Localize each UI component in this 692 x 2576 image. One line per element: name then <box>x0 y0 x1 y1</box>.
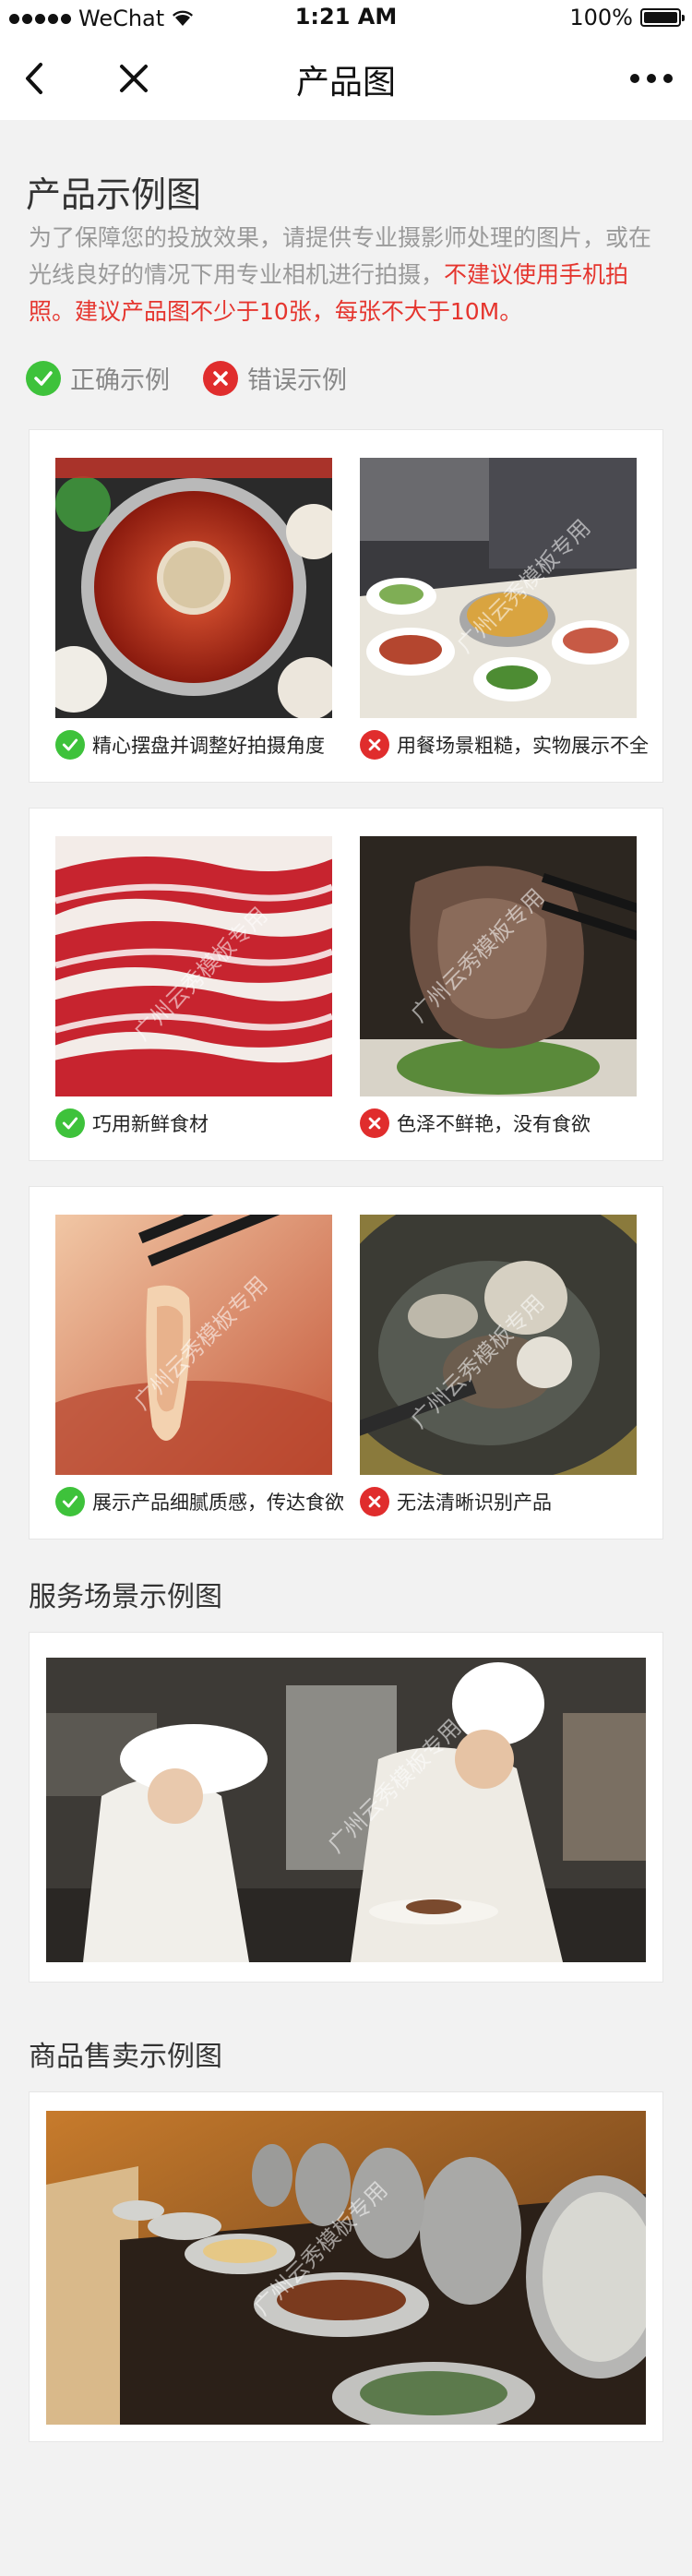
good-caption: 精心摆盘并调整好拍摄角度 <box>55 730 325 760</box>
battery-icon <box>640 8 685 27</box>
legend-correct: 正确示例 <box>26 360 170 396</box>
good-example-photo[interactable]: 广州云秀模板专用 <box>55 1215 332 1475</box>
cross-icon <box>360 1487 389 1516</box>
bad-caption: 无法清晰识别产品 <box>360 1487 552 1516</box>
good-caption-text: 展示产品细腻质感，传达食欲 <box>92 1492 344 1514</box>
intro-text: 为了保障您的投放效果，请提供专业摄影师处理的图片，或在光线良好的情况下用专业相机… <box>29 220 665 330</box>
service-section-title: 服务场景示例图 <box>29 1581 222 1613</box>
bad-caption-text: 色泽不鲜艳，没有食欲 <box>397 1113 591 1135</box>
bad-caption-text: 无法清晰识别产品 <box>397 1492 552 1514</box>
check-icon <box>55 1487 85 1516</box>
example-card: 广州云秀模板专用 精心摆盘并调整好拍摄角度 用餐场景粗糙，实物展示不全 <box>29 429 663 783</box>
service-photo[interactable]: 广州云秀模板专用 <box>46 1658 646 1962</box>
good-caption: 展示产品细腻质感，传达食欲 <box>55 1487 344 1516</box>
nav-bar: 产品图 <box>0 37 692 120</box>
legend-wrong: 错误示例 <box>203 360 347 396</box>
legend-correct-label: 正确示例 <box>70 366 170 395</box>
legend: 正确示例 错误示例 <box>26 360 347 396</box>
bad-example-photo[interactable]: 广州云秀模板专用 <box>360 458 637 718</box>
legend-wrong-label: 错误示例 <box>247 366 347 395</box>
section-heading: 产品示例图 <box>26 174 202 215</box>
check-icon <box>26 360 61 396</box>
cross-icon <box>360 730 389 760</box>
service-card: 广州云秀模板专用 <box>29 1632 663 1983</box>
example-card: 广州云秀模板专用 广州云秀模板专用 展示产品细腻质感，传达食欲 无法清晰识别产品 <box>29 1186 663 1540</box>
good-caption-text: 精心摆盘并调整好拍摄角度 <box>92 735 325 757</box>
more-dots-icon[interactable] <box>624 55 679 102</box>
bad-caption: 用餐场景粗糙，实物展示不全 <box>360 730 649 760</box>
page-title: 产品图 <box>295 64 396 102</box>
cross-icon <box>203 360 238 396</box>
good-example-photo[interactable]: 广州云秀模板专用 <box>55 836 332 1096</box>
bad-example-photo[interactable]: 广州云秀模板专用 <box>360 836 637 1096</box>
good-example-photo[interactable] <box>55 458 332 718</box>
sales-photo[interactable]: 广州云秀模板专用 <box>46 2111 646 2425</box>
bad-caption-text: 用餐场景粗糙，实物展示不全 <box>397 735 649 757</box>
check-icon <box>55 730 85 760</box>
cross-icon <box>360 1108 389 1138</box>
sales-section-title: 商品售卖示例图 <box>29 2041 222 2073</box>
example-card: 广州云秀模板专用 广州云秀模板专用 巧用新鲜食材 色泽不鲜艳，没有食欲 <box>29 808 663 1161</box>
battery-group: 100% <box>569 5 685 30</box>
bad-caption: 色泽不鲜艳，没有食欲 <box>360 1108 591 1138</box>
good-caption-text: 巧用新鲜食材 <box>92 1113 209 1135</box>
sales-card: 广州云秀模板专用 <box>29 2091 663 2442</box>
check-icon <box>55 1108 85 1138</box>
bad-example-photo[interactable]: 广州云秀模板专用 <box>360 1215 637 1475</box>
good-caption: 巧用新鲜食材 <box>55 1108 209 1138</box>
status-bar: WeChat 1:21 AM 100% <box>0 0 692 37</box>
battery-percent: 100% <box>569 5 633 30</box>
